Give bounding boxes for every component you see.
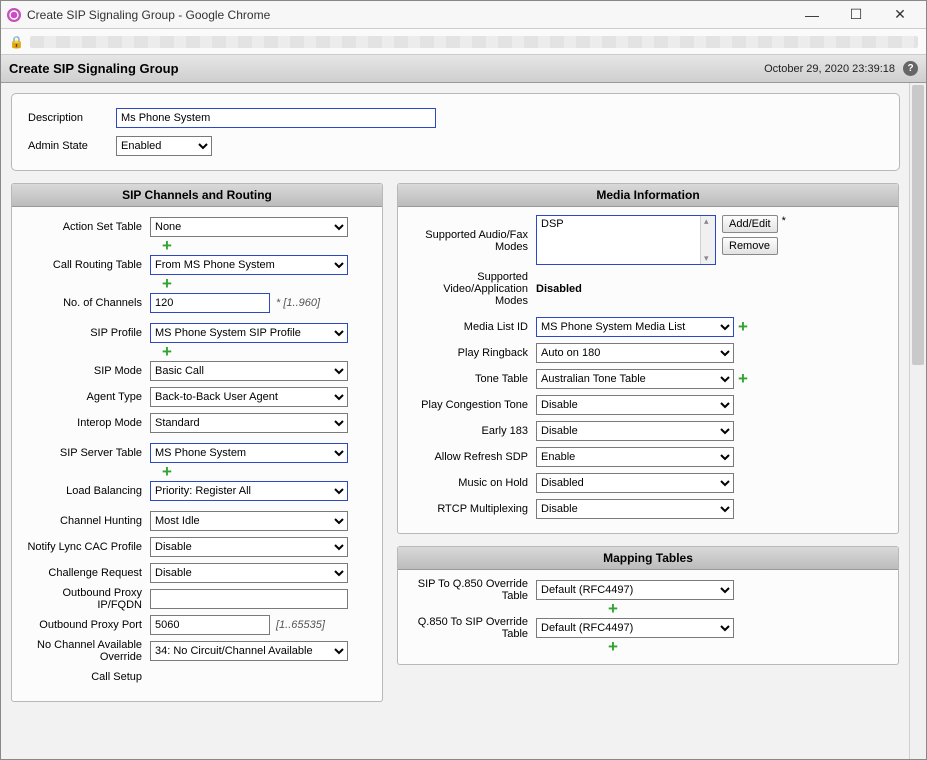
tone-table-label: Tone Table <box>408 373 536 385</box>
listbox-scrollbar[interactable] <box>700 216 715 264</box>
sip-to-q850-add-icon[interactable]: + <box>604 599 618 618</box>
address-bar: 🔒 <box>1 29 926 55</box>
early-183-label: Early 183 <box>408 425 536 437</box>
action-set-table-add-icon[interactable]: + <box>158 236 172 255</box>
channel-hunting-select[interactable]: Most Idle <box>150 511 348 531</box>
no-channels-hint: * [1..960] <box>276 297 320 309</box>
scrollbar-thumb[interactable] <box>912 85 924 365</box>
audio-modes-remove-button[interactable]: Remove <box>722 237 778 255</box>
music-on-hold-select[interactable]: Disabled <box>536 473 734 493</box>
play-congestion-label: Play Congestion Tone <box>408 399 536 411</box>
outbound-proxy-port-hint: [1..65535] <box>276 619 325 631</box>
sip-channels-header: SIP Channels and Routing <box>12 184 382 207</box>
media-list-id-label: Media List ID <box>408 321 536 333</box>
outbound-proxy-port-label: Outbound Proxy Port <box>22 619 150 631</box>
admin-state-select[interactable]: Enabled <box>116 136 212 156</box>
page-title: Create SIP Signaling Group <box>9 61 764 76</box>
audio-modes-listbox[interactable]: DSP <box>536 215 716 265</box>
action-set-table-select[interactable]: None <box>150 217 348 237</box>
media-information-header: Media Information <box>398 184 898 207</box>
no-channels-input[interactable] <box>150 293 270 313</box>
outbound-proxy-port-input[interactable] <box>150 615 270 635</box>
titlebar: Create SIP Signaling Group - Google Chro… <box>1 1 926 29</box>
outbound-proxy-ip-input[interactable] <box>150 589 348 609</box>
window-title: Create SIP Signaling Group - Google Chro… <box>27 8 790 22</box>
outbound-proxy-ip-label: Outbound Proxy IP/FQDN <box>22 587 150 611</box>
media-list-id-add-icon[interactable]: + <box>734 322 748 332</box>
content-area: Description Admin State Enabled SIP Chan… <box>1 83 909 759</box>
tone-table-select[interactable]: Australian Tone Table <box>536 369 734 389</box>
rtcp-mux-label: RTCP Multiplexing <box>408 503 536 515</box>
window-maximize-button[interactable]: ☐ <box>834 1 878 29</box>
no-channels-label: No. of Channels <box>22 297 150 309</box>
challenge-request-label: Challenge Request <box>22 567 150 579</box>
media-list-id-select[interactable]: MS Phone System Media List <box>536 317 734 337</box>
audio-modes-value: DSP <box>541 218 699 230</box>
call-setup-label: Call Setup <box>22 671 150 683</box>
play-ringback-label: Play Ringback <box>408 347 536 359</box>
help-icon[interactable]: ? <box>903 61 918 76</box>
interop-mode-select[interactable]: Standard <box>150 413 348 433</box>
call-routing-table-add-icon[interactable]: + <box>158 274 172 293</box>
music-on-hold-label: Music on Hold <box>408 477 536 489</box>
channel-hunting-label: Channel Hunting <box>22 515 150 527</box>
notify-lync-select[interactable]: Disable <box>150 537 348 557</box>
media-information-panel: Media Information Supported Audio/Fax Mo… <box>397 183 899 534</box>
allow-refresh-sdp-select[interactable]: Enable <box>536 447 734 467</box>
q850-to-sip-add-icon[interactable]: + <box>604 637 618 656</box>
tone-table-add-icon[interactable]: + <box>734 374 748 384</box>
agent-type-select[interactable]: Back-to-Back User Agent <box>150 387 348 407</box>
early-183-select[interactable]: Disable <box>536 421 734 441</box>
chrome-app-icon <box>7 8 21 22</box>
sip-profile-add-icon[interactable]: + <box>158 342 172 361</box>
mapping-tables-panel: Mapping Tables SIP To Q.850 Override Tab… <box>397 546 899 665</box>
rtcp-mux-select[interactable]: Disable <box>536 499 734 519</box>
agent-type-label: Agent Type <box>22 391 150 403</box>
window-close-button[interactable]: ✕ <box>878 1 922 29</box>
challenge-request-select[interactable]: Disable <box>150 563 348 583</box>
no-channel-override-label: No Channel Available Override <box>22 639 150 663</box>
sip-server-table-select[interactable]: MS Phone System <box>150 443 348 463</box>
interop-mode-label: Interop Mode <box>22 417 150 429</box>
page-timestamp: October 29, 2020 23:39:18 <box>764 63 895 75</box>
load-balancing-label: Load Balancing <box>22 485 150 497</box>
allow-refresh-sdp-label: Allow Refresh SDP <box>408 451 536 463</box>
page-scrollbar[interactable] <box>909 83 926 759</box>
video-modes-value: Disabled <box>536 283 582 295</box>
load-balancing-select[interactable]: Priority: Register All <box>150 481 348 501</box>
action-set-table-label: Action Set Table <box>22 221 150 233</box>
call-routing-table-select[interactable]: From MS Phone System <box>150 255 348 275</box>
sip-profile-select[interactable]: MS Phone System SIP Profile <box>150 323 348 343</box>
q850-to-sip-select[interactable]: Default (RFC4497) <box>536 618 734 638</box>
sip-server-table-add-icon[interactable]: + <box>158 462 172 481</box>
no-channel-override-select[interactable]: 34: No Circuit/Channel Available <box>150 641 348 661</box>
lock-icon: 🔒 <box>9 35 24 49</box>
window-minimize-button[interactable]: — <box>790 1 834 29</box>
sip-to-q850-label: SIP To Q.850 Override Table <box>408 578 536 602</box>
call-routing-table-label: Call Routing Table <box>22 259 150 271</box>
description-input[interactable] <box>116 108 436 128</box>
description-label: Description <box>28 112 116 124</box>
notify-lync-label: Notify Lync CAC Profile <box>22 541 150 553</box>
admin-state-label: Admin State <box>28 140 116 152</box>
q850-to-sip-label: Q.850 To SIP Override Table <box>408 616 536 640</box>
sip-mode-select[interactable]: Basic Call <box>150 361 348 381</box>
sip-mode-label: SIP Mode <box>22 365 150 377</box>
sip-server-table-label: SIP Server Table <box>22 447 150 459</box>
mapping-tables-header: Mapping Tables <box>398 547 898 570</box>
video-modes-label: Supported Video/Application Modes <box>408 271 536 307</box>
address-url-blurred <box>30 36 918 48</box>
sip-to-q850-select[interactable]: Default (RFC4497) <box>536 580 734 600</box>
browser-window: Create SIP Signaling Group - Google Chro… <box>0 0 927 760</box>
required-star: * <box>782 215 786 227</box>
sip-channels-panel: SIP Channels and Routing Action Set Tabl… <box>11 183 383 702</box>
sip-profile-label: SIP Profile <box>22 327 150 339</box>
audio-modes-add-edit-button[interactable]: Add/Edit <box>722 215 778 233</box>
play-congestion-select[interactable]: Disable <box>536 395 734 415</box>
page-header: Create SIP Signaling Group October 29, 2… <box>1 55 926 83</box>
audio-modes-label: Supported Audio/Fax Modes <box>408 215 536 253</box>
play-ringback-select[interactable]: Auto on 180 <box>536 343 734 363</box>
general-card: Description Admin State Enabled <box>11 93 900 171</box>
